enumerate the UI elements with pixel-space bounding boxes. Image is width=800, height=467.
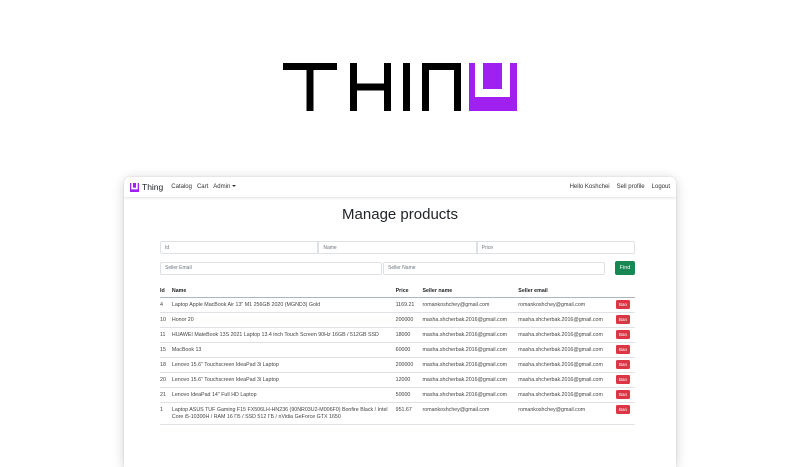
table-body: 4 Laptop Apple MacBook Air 13" M1 256GB 2…: [160, 297, 635, 425]
header-seller-email: Seller email: [518, 285, 617, 298]
cell-seller-name: romankoshchey@gmail.com: [422, 297, 519, 313]
cell-seller-email: masha.shcherbak.2016@gmail.com: [518, 372, 617, 388]
filter-id-input[interactable]: [160, 241, 319, 254]
app-window: Thing Catalog Cart Admin Hello Koshchei …: [124, 177, 676, 467]
cell-actions: Ban: [616, 342, 635, 358]
cell-id: 20: [160, 372, 172, 388]
cell-price: 50000: [395, 387, 423, 403]
nav-admin-label: Admin: [213, 184, 231, 190]
brand-link[interactable]: Thing: [130, 182, 163, 192]
cell-seller-name: masha.shcherbak.2016@gmail.com: [422, 342, 519, 358]
cell-id: 15: [160, 342, 172, 358]
page-title: Manage products: [342, 206, 458, 223]
cell-name: MacBook 13: [171, 342, 396, 358]
ban-button[interactable]: Ban: [616, 390, 631, 399]
cell-seller-name: masha.shcherbak.2016@gmail.com: [422, 372, 519, 388]
cell-seller-email: masha.shcherbak.2016@gmail.com: [518, 342, 617, 358]
cell-price: 12000: [395, 372, 423, 388]
table-row: 20 Lenovo 15.6" Touchscreen IdeaPad 3i La…: [160, 372, 635, 388]
cell-price: 200000: [395, 312, 423, 328]
header-name: Name: [171, 285, 396, 298]
table-row: 18 Lenovo 15.6" Touchscreen IdeaPad 3i La…: [160, 357, 635, 373]
cell-id: 10: [160, 312, 172, 328]
cell-seller-email: romankoshchey@gmail.com: [518, 297, 617, 313]
cell-seller-name: masha.shcherbak.2016@gmail.com: [422, 387, 519, 403]
cell-actions: Ban: [616, 327, 635, 343]
cell-name: Laptop ASUS TUF Gaming F15 FX506LH-HN236…: [171, 402, 396, 425]
header-actions: [616, 285, 635, 298]
nav-logout[interactable]: Logout: [652, 184, 670, 190]
ban-button[interactable]: Ban: [616, 315, 631, 324]
filter-price-input[interactable]: [476, 241, 635, 254]
filter-seller-email-input[interactable]: [160, 261, 382, 275]
cell-actions: Ban: [616, 297, 635, 313]
cell-id: 18: [160, 357, 172, 373]
filter-name-input[interactable]: [318, 241, 477, 254]
products-table: Id Name Price Seller name Seller email 4…: [160, 285, 635, 425]
cell-price: 60000: [395, 342, 423, 358]
ban-button[interactable]: Ban: [616, 375, 631, 384]
cell-name: Lenovo IdeaPad 14" Full HD Laptop: [171, 387, 396, 403]
cell-actions: Ban: [616, 402, 635, 425]
table-row: 15 MacBook 13 60000 masha.shcherbak.2016@gm…: [160, 342, 635, 358]
ban-button[interactable]: Ban: [616, 345, 631, 354]
nav-sell-profile[interactable]: Sell profile: [617, 184, 645, 190]
caret-down-icon: [232, 185, 237, 188]
nav-cart[interactable]: Cart: [197, 184, 208, 190]
table-row: 11 HUAWEI MateBook 13S 2021 Laptop 13.4 i…: [160, 327, 635, 343]
ban-button[interactable]: Ban: [616, 330, 631, 339]
cell-seller-email: masha.shcherbak.2016@gmail.com: [518, 387, 617, 403]
cell-seller-name: masha.shcherbak.2016@gmail.com: [422, 312, 519, 328]
thing-brand-icon: [130, 182, 139, 192]
table-row: 10 Honor 20 200000 masha.shcherbak.2016@gma…: [160, 312, 635, 328]
cell-actions: Ban: [616, 312, 635, 328]
cell-actions: Ban: [616, 387, 635, 403]
cell-seller-email: masha.shcherbak.2016@gmail.com: [518, 357, 617, 373]
cell-id: 1: [160, 402, 172, 425]
thing-logo-icon: [283, 63, 517, 111]
cell-name: Lenovo 15.6" Touchscreen IdeaPad 3i Lapt…: [171, 357, 396, 373]
cell-seller-email: romankoshchey@gmail.com: [518, 402, 617, 425]
cell-price: 18000: [395, 327, 423, 343]
header-id: Id: [160, 285, 172, 298]
find-button[interactable]: Find: [615, 261, 635, 275]
brand-name: Thing: [142, 182, 164, 192]
ban-button[interactable]: Ban: [616, 405, 631, 414]
cell-id: 11: [160, 327, 172, 343]
cell-name: Honor 20: [171, 312, 396, 328]
header-seller-name: Seller name: [422, 285, 519, 298]
ban-button[interactable]: Ban: [616, 360, 631, 369]
cell-actions: Ban: [616, 372, 635, 388]
cell-name: HUAWEI MateBook 13S 2021 Laptop 13.4 inc…: [171, 327, 396, 343]
cell-id: 21: [160, 387, 172, 403]
ban-button[interactable]: Ban: [616, 300, 631, 309]
table-row: 1 Laptop ASUS TUF Gaming F15 FX506LH-HN23…: [160, 402, 635, 425]
filter-seller-name-input[interactable]: [383, 261, 605, 275]
nav-admin-dropdown[interactable]: Admin: [213, 184, 237, 190]
cell-price: 951.67: [395, 402, 423, 425]
navbar: Thing Catalog Cart Admin Hello Koshchei …: [124, 177, 676, 197]
cell-name: Lenovo 15.6" Touchscreen IdeaPad 3i Lapt…: [171, 372, 396, 388]
header-price: Price: [395, 285, 423, 298]
table-header-row: Id Name Price Seller name Seller email: [160, 285, 635, 298]
table-row: 21 Lenovo IdeaPad 14" Full HD Laptop 50000…: [160, 387, 635, 403]
cell-name: Laptop Apple MacBook Air 13" M1 256GB 20…: [171, 297, 396, 313]
cell-seller-name: masha.shcherbak.2016@gmail.com: [422, 327, 519, 343]
cell-actions: Ban: [616, 357, 635, 373]
table-row: 4 Laptop Apple MacBook Air 13" M1 256GB 2…: [160, 297, 635, 313]
cell-seller-name: romankoshchey@gmail.com: [422, 402, 519, 425]
cell-id: 4: [160, 297, 172, 313]
cell-seller-email: masha.shcherbak.2016@gmail.com: [518, 327, 617, 343]
cell-price: 200000: [395, 357, 423, 373]
filter-form: Find: [160, 241, 635, 275]
cell-seller-email: masha.shcherbak.2016@gmail.com: [518, 312, 617, 328]
nav-greeting[interactable]: Hello Koshchei: [570, 184, 610, 190]
cell-price: 1169.21: [395, 297, 423, 313]
nav-catalog[interactable]: Catalog: [171, 184, 192, 190]
cell-seller-name: masha.shcherbak.2016@gmail.com: [422, 357, 519, 373]
